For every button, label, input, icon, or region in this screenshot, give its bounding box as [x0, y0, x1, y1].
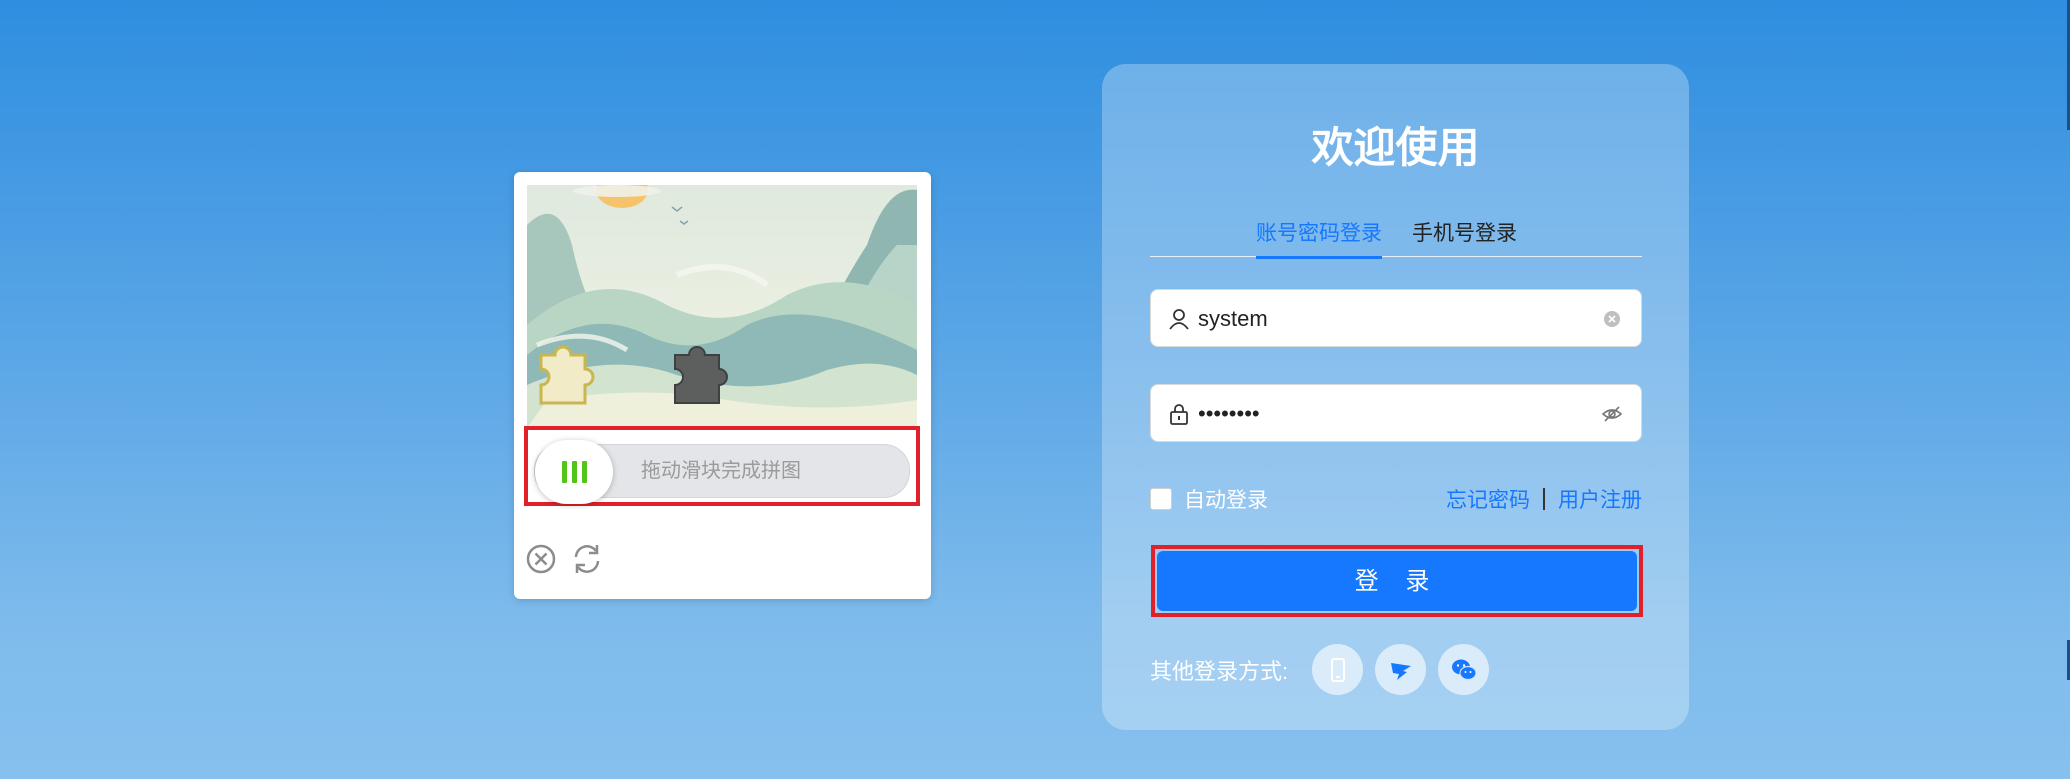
drag-grip-icon	[561, 461, 567, 483]
slider-handle[interactable]	[535, 440, 613, 504]
login-highlight-box: 登 录	[1151, 545, 1643, 617]
puzzle-piece	[539, 345, 595, 405]
login-tabs: 账号密码登录 手机号登录	[1150, 216, 1642, 259]
password-field[interactable]: ••••••••	[1150, 384, 1642, 442]
tab-account-password[interactable]: 账号密码登录	[1256, 216, 1382, 259]
eye-hidden-icon[interactable]	[1601, 403, 1623, 425]
other-login-label: 其他登录方式:	[1150, 658, 1289, 684]
slider-hint-text: 拖动滑块完成拼图	[641, 460, 801, 482]
auto-login-checkbox[interactable]	[1150, 488, 1172, 510]
slider-track[interactable]: 拖动滑块完成拼图	[534, 440, 910, 504]
username-input[interactable]	[1198, 290, 1578, 348]
close-circle-icon[interactable]	[524, 542, 558, 576]
captcha-puzzle-image	[527, 185, 917, 428]
clear-icon[interactable]	[1601, 308, 1623, 330]
register-link[interactable]: 用户注册	[1558, 484, 1642, 514]
login-card: 欢迎使用 账号密码登录 手机号登录 •••••••• 自动登录 忘记密码 用户注…	[1102, 64, 1689, 730]
other-login-methods: 其他登录方式:	[1150, 644, 1501, 695]
slider-highlight-box: 拖动滑块完成拼图	[524, 426, 920, 506]
login-button[interactable]: 登 录	[1157, 551, 1637, 611]
lock-icon	[1167, 402, 1191, 426]
puzzle-gap	[674, 346, 728, 404]
page-title: 欢迎使用	[1311, 124, 1480, 171]
forgot-password-link[interactable]: 忘记密码	[1446, 484, 1530, 514]
tab-phone[interactable]: 手机号登录	[1412, 216, 1517, 256]
slider-captcha-popup: 拖动滑块完成拼图	[514, 172, 931, 599]
username-field[interactable]	[1150, 289, 1642, 348]
auto-login-label[interactable]: 自动登录	[1184, 484, 1268, 514]
mobile-icon[interactable]	[1312, 644, 1364, 695]
user-icon	[1167, 307, 1191, 331]
link-divider	[1543, 488, 1545, 510]
refresh-icon[interactable]	[570, 542, 604, 576]
wechat-icon[interactable]	[1438, 644, 1490, 695]
dingtalk-icon[interactable]	[1375, 644, 1427, 695]
password-input[interactable]: ••••••••	[1198, 385, 1578, 443]
